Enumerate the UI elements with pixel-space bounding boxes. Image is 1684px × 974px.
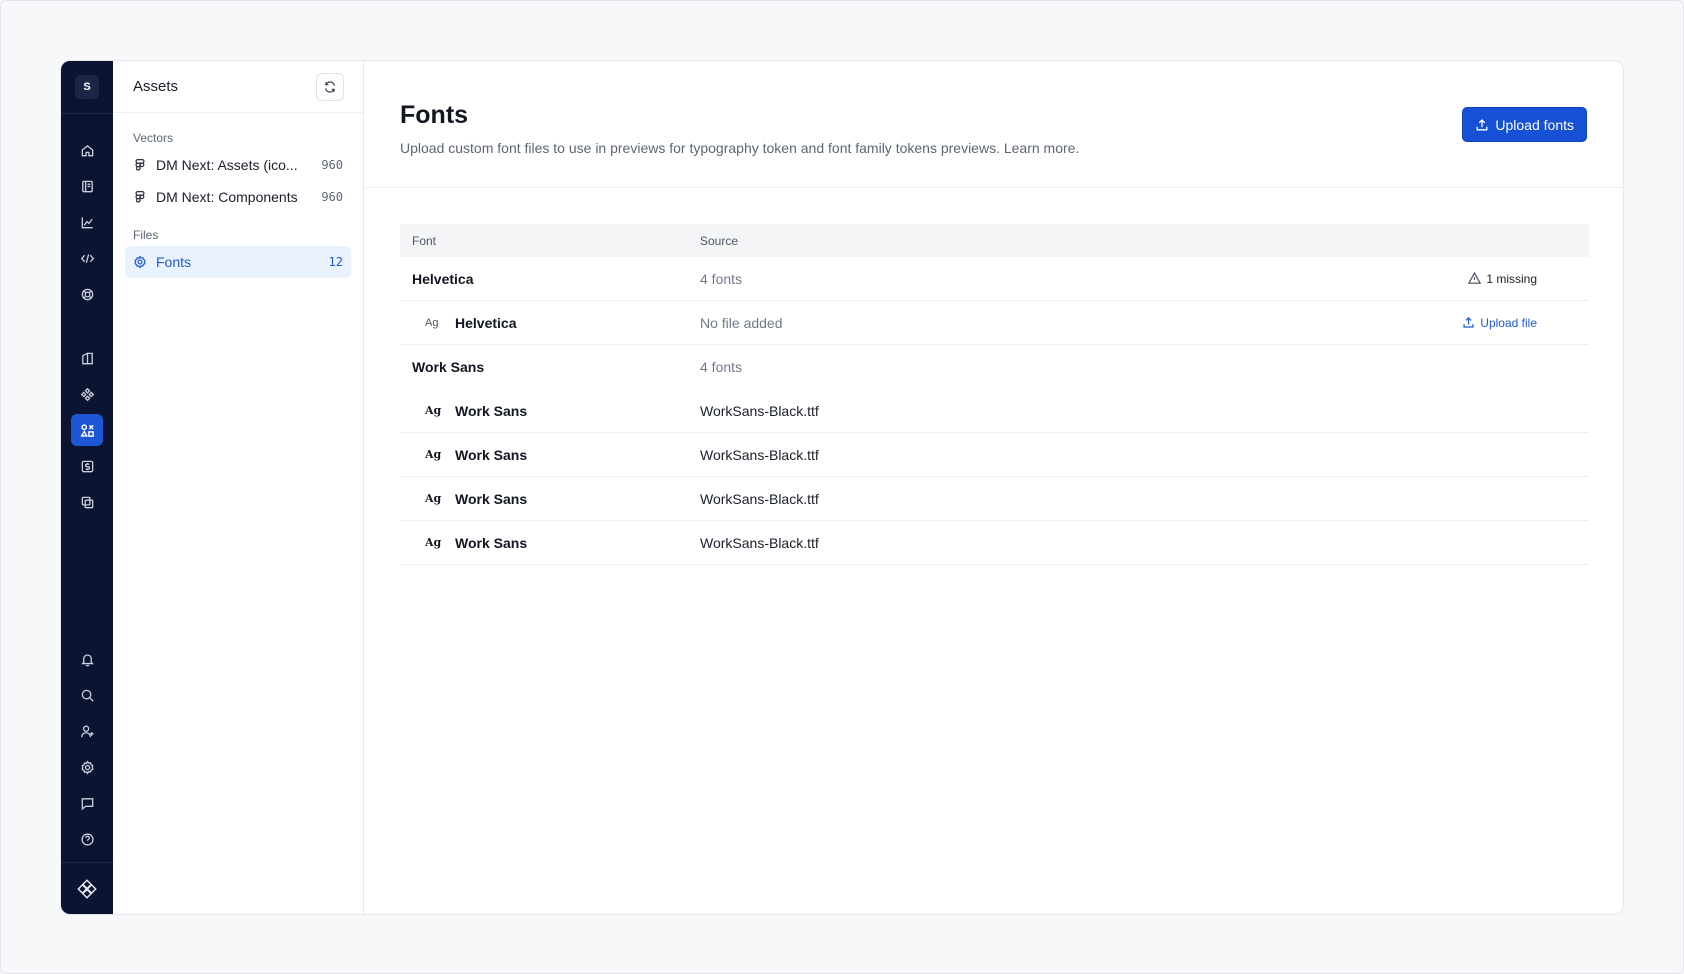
lifebuoy-icon[interactable] bbox=[71, 278, 103, 310]
page-title: Fonts bbox=[400, 101, 469, 129]
font-cell: Ag Work Sans bbox=[400, 447, 700, 463]
figma-icon bbox=[133, 158, 147, 172]
workspace-avatar[interactable]: S bbox=[75, 75, 99, 99]
upload-icon bbox=[1463, 317, 1474, 328]
brand-logo-icon[interactable] bbox=[61, 862, 113, 914]
page-header: Fonts Upload custom font files to use in… bbox=[364, 61, 1623, 188]
font-cell: Ag Work Sans bbox=[400, 491, 700, 507]
gear-icon[interactable] bbox=[71, 751, 103, 783]
font-preview-icon: Ag bbox=[425, 492, 442, 505]
missing-badge: 1 missing bbox=[1467, 271, 1537, 286]
section-label-files: Files bbox=[133, 228, 159, 242]
missing-label: 1 missing bbox=[1486, 271, 1537, 286]
sidebar-item-dm-next-assets[interactable]: DM Next: Assets (ico... 960 bbox=[125, 149, 351, 181]
figma-icon bbox=[133, 190, 147, 204]
sidebar-header: Assets bbox=[113, 61, 363, 113]
assets-icon[interactable] bbox=[71, 414, 103, 446]
table-row-group[interactable]: Work Sans 4 fonts bbox=[400, 345, 1589, 389]
sidebar-title: Assets bbox=[133, 78, 179, 95]
rail-top-group bbox=[71, 130, 103, 310]
font-preview-icon: Ag bbox=[425, 404, 442, 417]
font-source: 4 fonts bbox=[700, 359, 743, 375]
font-name: Work Sans bbox=[455, 490, 528, 507]
font-cell: Ag Work Sans bbox=[400, 403, 700, 419]
column-header-source: Source bbox=[700, 233, 739, 248]
main-content: Fonts Upload custom font files to use in… bbox=[364, 61, 1623, 914]
font-preview-icon: Ag bbox=[425, 536, 442, 549]
table-row[interactable]: Ag Work Sans WorkSans-Black.ttf bbox=[400, 433, 1589, 477]
font-source: WorkSans-Black.ttf bbox=[700, 446, 819, 463]
home-icon[interactable] bbox=[71, 134, 103, 166]
upload-icon bbox=[1476, 118, 1488, 130]
rail-mid-group bbox=[71, 338, 103, 518]
rail-bottom-group bbox=[71, 639, 103, 855]
table-row[interactable]: Ag Work Sans WorkSans-Black.ttf bbox=[400, 477, 1589, 521]
font-source: WorkSans-Black.ttf bbox=[700, 534, 819, 551]
sidebar-item-count: 12 bbox=[328, 255, 343, 269]
chat-icon[interactable] bbox=[71, 787, 103, 819]
app-window: S Assets Vectors DM Next: Assets (ico...… bbox=[60, 60, 1624, 915]
gear-icon bbox=[133, 255, 147, 269]
status-cell: 1 missing bbox=[1389, 271, 1589, 286]
font-cell: Ag Helvetica bbox=[400, 315, 700, 331]
sidebar-item-label: Fonts bbox=[156, 254, 192, 270]
documentation-icon[interactable] bbox=[71, 342, 103, 374]
code-icon[interactable] bbox=[71, 242, 103, 274]
sidebar-item-count: 960 bbox=[321, 190, 343, 204]
status-cell: Upload file bbox=[1389, 316, 1589, 330]
font-source: No file added bbox=[700, 314, 783, 331]
section-label-vectors: Vectors bbox=[133, 131, 174, 145]
help-icon[interactable] bbox=[71, 823, 103, 855]
font-name: Work Sans bbox=[455, 446, 528, 463]
upload-fonts-label: Upload fonts bbox=[1495, 116, 1574, 133]
page-subtitle: Upload custom font files to use in previ… bbox=[400, 140, 1080, 156]
table-row-group[interactable]: Helvetica 4 fonts 1 missing bbox=[400, 257, 1589, 301]
chart-icon[interactable] bbox=[71, 206, 103, 238]
refresh-button[interactable] bbox=[316, 72, 344, 101]
font-source: 4 fonts bbox=[700, 270, 743, 287]
user-plus-icon[interactable] bbox=[71, 715, 103, 747]
sidebar-item-dm-next-components[interactable]: DM Next: Components 960 bbox=[125, 181, 351, 213]
upload-file-link[interactable]: Upload file bbox=[1462, 316, 1537, 330]
components-icon[interactable] bbox=[71, 378, 103, 410]
font-preview-icon: Ag bbox=[425, 316, 439, 329]
rail-divider bbox=[61, 113, 113, 114]
bell-icon[interactable] bbox=[71, 643, 103, 675]
icon-rail: S bbox=[61, 61, 113, 914]
copy-icon[interactable] bbox=[71, 486, 103, 518]
font-family-name: Work Sans bbox=[412, 359, 485, 375]
upload-file-label: Upload file bbox=[1480, 315, 1537, 330]
font-source: WorkSans-Black.ttf bbox=[700, 490, 819, 507]
upload-fonts-button[interactable]: Upload fonts bbox=[1462, 107, 1587, 142]
font-name: Work Sans bbox=[455, 402, 528, 419]
font-family-name: Helvetica bbox=[412, 270, 474, 287]
table-row[interactable]: Ag Work Sans WorkSans-Black.ttf bbox=[400, 521, 1589, 565]
search-icon[interactable] bbox=[71, 679, 103, 711]
sidebar-item-label: DM Next: Assets (ico... bbox=[156, 157, 298, 173]
font-name: Helvetica bbox=[455, 314, 517, 331]
table-row[interactable]: Ag Helvetica No file added Upload file bbox=[400, 301, 1589, 345]
dollar-icon[interactable] bbox=[71, 450, 103, 482]
refresh-icon bbox=[325, 80, 335, 93]
table-header: Font Source bbox=[400, 224, 1589, 257]
assets-sidebar: Assets Vectors DM Next: Assets (ico... 9… bbox=[113, 61, 364, 914]
sidebar-item-fonts[interactable]: Fonts 12 bbox=[125, 246, 351, 278]
fonts-table: Font Source Helvetica 4 fonts 1 missing … bbox=[400, 224, 1589, 565]
sidebar-item-count: 960 bbox=[321, 158, 343, 172]
warning-icon bbox=[1468, 271, 1482, 284]
table-row[interactable]: Ag Work Sans WorkSans-Black.ttf bbox=[400, 389, 1589, 433]
sidebar-item-label: DM Next: Components bbox=[156, 189, 298, 205]
font-cell: Ag Work Sans bbox=[400, 535, 700, 551]
font-name: Work Sans bbox=[455, 534, 528, 551]
font-source: WorkSans-Black.ttf bbox=[700, 402, 819, 419]
font-preview-icon: Ag bbox=[425, 448, 442, 461]
column-header-font: Font bbox=[412, 233, 437, 248]
book-icon[interactable] bbox=[71, 170, 103, 202]
